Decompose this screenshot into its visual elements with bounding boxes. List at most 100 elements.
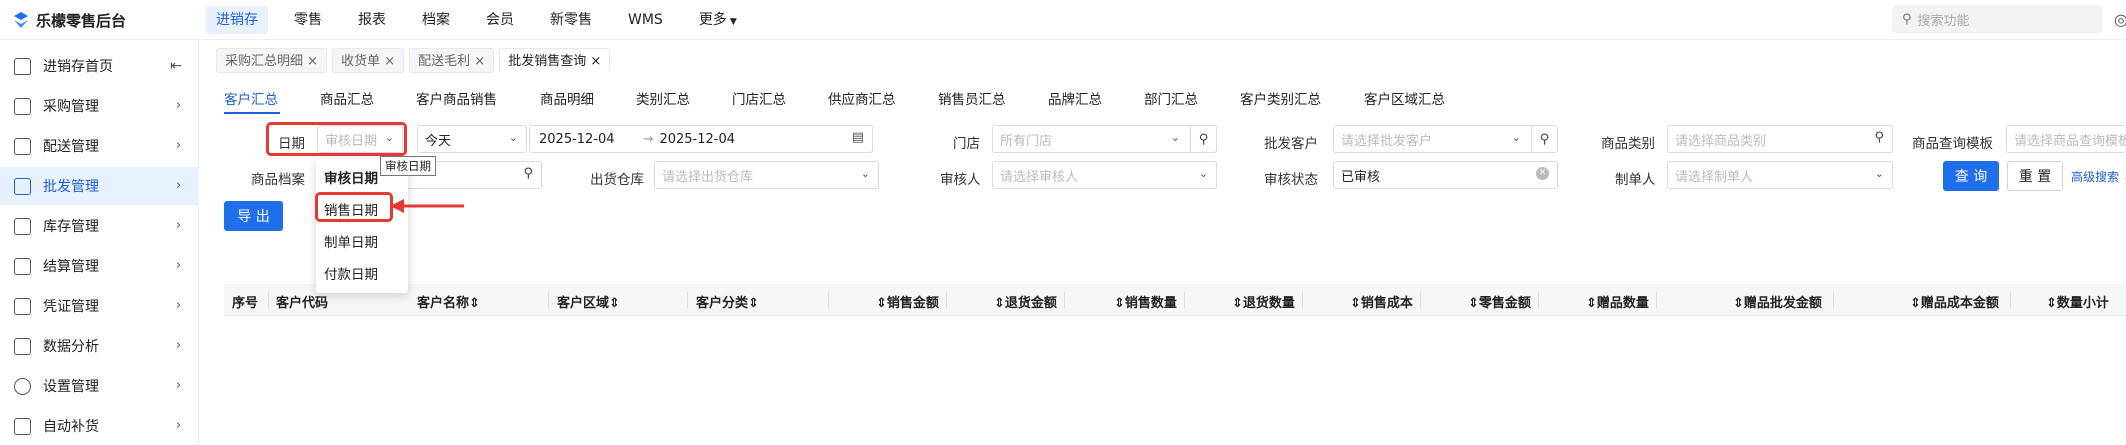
close-icon[interactable]: × bbox=[474, 54, 485, 69]
col-customer-category[interactable]: 客户分类⇕ bbox=[696, 292, 759, 311]
customer-select[interactable]: 请选择批发客户 ⌄ ⚲ bbox=[1333, 125, 1558, 153]
sidebar-item-settings[interactable]: 设置管理 › bbox=[0, 367, 199, 405]
option-audit-date[interactable]: 审核日期 bbox=[324, 167, 378, 187]
date-preset-select[interactable]: 今天 ⌄ bbox=[417, 125, 527, 153]
subtab-brand-summary[interactable]: 品牌汇总 bbox=[1048, 88, 1102, 108]
store-select[interactable]: 所有门店 ⌄ ⚲ bbox=[992, 125, 1217, 153]
sidebar-item-label: 配送管理 bbox=[43, 139, 99, 155]
col-gift-cost-amount[interactable]: ⇕赠品成本金额 bbox=[1910, 292, 1999, 311]
column-divider bbox=[1064, 292, 1065, 308]
category-placeholder: 请选择商品类别 bbox=[1675, 133, 1767, 149]
sidebar-item-home[interactable]: 进销存首页 ⇤ bbox=[0, 47, 199, 85]
calendar-icon[interactable]: ▤ bbox=[852, 130, 864, 145]
sidebar-item-distribution[interactable]: 配送管理 › bbox=[0, 127, 199, 165]
sidebar-item-restock[interactable]: 自动补货 › bbox=[0, 407, 199, 445]
global-search-input[interactable]: ⚲ 搜索功能 bbox=[1892, 5, 2102, 33]
global-search-placeholder: 搜索功能 bbox=[1917, 13, 1970, 29]
auditor-select[interactable]: 请选择审核人 ⌄ bbox=[992, 161, 1217, 189]
sidebar-item-wholesale[interactable]: 批发管理 › bbox=[0, 167, 199, 205]
subtab-category-summary[interactable]: 类别汇总 bbox=[636, 88, 690, 108]
subtab-product-detail[interactable]: 商品明细 bbox=[540, 88, 594, 108]
date-range-picker[interactable]: 2025-12-04 → 2025-12-04 ▤ bbox=[529, 125, 873, 153]
subtab-customer-product-sales[interactable]: 客户商品销售 bbox=[416, 88, 497, 108]
col-sales-cost[interactable]: ⇕销售成本 bbox=[1350, 292, 1413, 311]
audit-status-value: 已审核 bbox=[1341, 169, 1381, 185]
close-icon[interactable]: × bbox=[384, 54, 395, 69]
tab-distribution-profit[interactable]: 配送毛利 × bbox=[409, 48, 495, 73]
table-header: 序号 客户代码 客户名称⇕ 客户区域⇕ 客户分类⇕ ⇕销售金额 ⇕退货金额 ⇕销… bbox=[224, 284, 2126, 316]
inventory-icon bbox=[14, 218, 31, 235]
topnav-item-more[interactable]: 更多 ▼ bbox=[689, 6, 747, 34]
audit-status-select[interactable]: 已审核 ✕ bbox=[1333, 161, 1558, 189]
sidebar-item-voucher[interactable]: 凭证管理 › bbox=[0, 287, 199, 325]
warehouse-select[interactable]: 请选择出货仓库 ⌄ bbox=[654, 161, 879, 189]
reset-button[interactable]: 重 置 bbox=[2007, 161, 2063, 191]
search-icon[interactable]: ⚲ bbox=[1874, 130, 1884, 145]
subtab-department-summary[interactable]: 部门汇总 bbox=[1144, 88, 1198, 108]
clear-icon[interactable]: ✕ bbox=[1536, 167, 1549, 180]
col-qty-subtotal[interactable]: ⇕数量小计 bbox=[2046, 292, 2109, 311]
col-customer-region[interactable]: 客户区域⇕ bbox=[557, 292, 620, 311]
search-icon[interactable]: ⚲ bbox=[523, 166, 533, 181]
col-sales-qty[interactable]: ⇕销售数量 bbox=[1114, 292, 1177, 311]
col-sales-amount-label: 销售金额 bbox=[886, 296, 939, 311]
tab-purchase-summary[interactable]: 采购汇总明细 × bbox=[216, 48, 328, 73]
search-icon[interactable]: ⚲ bbox=[1531, 126, 1557, 152]
subtab-store-summary[interactable]: 门店汇总 bbox=[732, 88, 786, 108]
sidebar-item-settlement[interactable]: 结算管理 › bbox=[0, 247, 199, 285]
app-logo[interactable]: 乐檬零售后台 bbox=[12, 8, 126, 32]
export-button[interactable]: 导 出 bbox=[224, 201, 283, 231]
topnav-item-wms[interactable]: WMS bbox=[618, 6, 673, 34]
topnav-item-members[interactable]: 会员 bbox=[476, 6, 524, 34]
tab-receipt[interactable]: 收货单 × bbox=[332, 48, 405, 73]
topnav-item-archives[interactable]: 档案 bbox=[412, 6, 460, 34]
subtab-customer-region-summary[interactable]: 客户区域汇总 bbox=[1364, 88, 1445, 108]
close-icon[interactable]: × bbox=[590, 54, 601, 69]
voucher-icon bbox=[14, 298, 31, 315]
search-icon[interactable]: ⚲ bbox=[1190, 126, 1216, 152]
col-customer-code[interactable]: 客户代码 bbox=[276, 292, 328, 311]
col-gift-wholesale-amount[interactable]: ⇕赠品批发金额 bbox=[1733, 292, 1822, 311]
advanced-search-link[interactable]: 高级搜索 ⌄ bbox=[2071, 168, 2126, 185]
sidebar-item-analytics[interactable]: 数据分析 › bbox=[0, 327, 199, 365]
col-return-amount[interactable]: ⇕退货金额 bbox=[994, 292, 1057, 311]
query-button[interactable]: 查 询 bbox=[1943, 161, 1999, 191]
subtab-customer-summary[interactable]: 客户汇总 bbox=[224, 88, 278, 108]
collapse-sidebar-icon[interactable]: ⇤ bbox=[170, 58, 182, 74]
subtab-salesperson-summary[interactable]: 销售员汇总 bbox=[938, 88, 1006, 108]
col-sales-amount[interactable]: ⇕销售金额 bbox=[876, 292, 939, 311]
tab-wholesale-sales-query[interactable]: 批发销售查询 × bbox=[499, 48, 611, 73]
topnav-item-inventory[interactable]: 进销存 bbox=[206, 6, 268, 34]
option-create-date[interactable]: 制单日期 bbox=[324, 231, 378, 251]
option-payment-date[interactable]: 付款日期 bbox=[324, 263, 378, 283]
col-return-amount-label: 退货金额 bbox=[1004, 296, 1057, 311]
topnav-item-new-retail[interactable]: 新零售 bbox=[540, 6, 602, 34]
col-retail-amount[interactable]: ⇕零售金额 bbox=[1468, 292, 1531, 311]
creator-label: 制单人 bbox=[1615, 172, 1656, 188]
topnav-item-retail[interactable]: 零售 bbox=[284, 6, 332, 34]
creator-select[interactable]: 请选择制单人 ⌄ bbox=[1667, 161, 1893, 189]
chevron-down-icon: ⌄ bbox=[1170, 131, 1180, 144]
sidebar-item-label: 凭证管理 bbox=[43, 299, 99, 315]
chevron-right-icon: › bbox=[176, 178, 182, 193]
sidebar-item-inventory[interactable]: 库存管理 › bbox=[0, 207, 199, 245]
chevron-right-icon: › bbox=[176, 138, 182, 153]
subtab-supplier-summary[interactable]: 供应商汇总 bbox=[828, 88, 896, 108]
col-gift-qty[interactable]: ⇕赠品数量 bbox=[1586, 292, 1649, 311]
sort-icon: ⇕ bbox=[1586, 296, 1597, 311]
close-icon[interactable]: × bbox=[307, 54, 318, 69]
subtab-product-summary[interactable]: 商品汇总 bbox=[320, 88, 374, 108]
user-icon[interactable]: ◎ bbox=[2114, 10, 2126, 29]
search-icon: ⚲ bbox=[1902, 11, 1912, 27]
column-divider bbox=[1833, 292, 1834, 308]
topnav-item-reports[interactable]: 报表 bbox=[348, 6, 396, 34]
col-customer-name[interactable]: 客户名称⇕ bbox=[417, 292, 480, 311]
sort-icon: ⇕ bbox=[1468, 296, 1479, 311]
col-return-qty[interactable]: ⇕退货数量 bbox=[1232, 292, 1295, 311]
category-select[interactable]: 请选择商品类别 ⚲ bbox=[1667, 125, 1893, 153]
subtab-customer-category-summary[interactable]: 客户类别汇总 bbox=[1240, 88, 1321, 108]
sidebar-item-purchase[interactable]: 采购管理 › bbox=[0, 87, 199, 125]
template-select[interactable]: 请选择商品查询模板 bbox=[2006, 125, 2126, 153]
sidebar-item-label: 批发管理 bbox=[43, 179, 99, 195]
active-subtab-indicator bbox=[224, 112, 280, 114]
